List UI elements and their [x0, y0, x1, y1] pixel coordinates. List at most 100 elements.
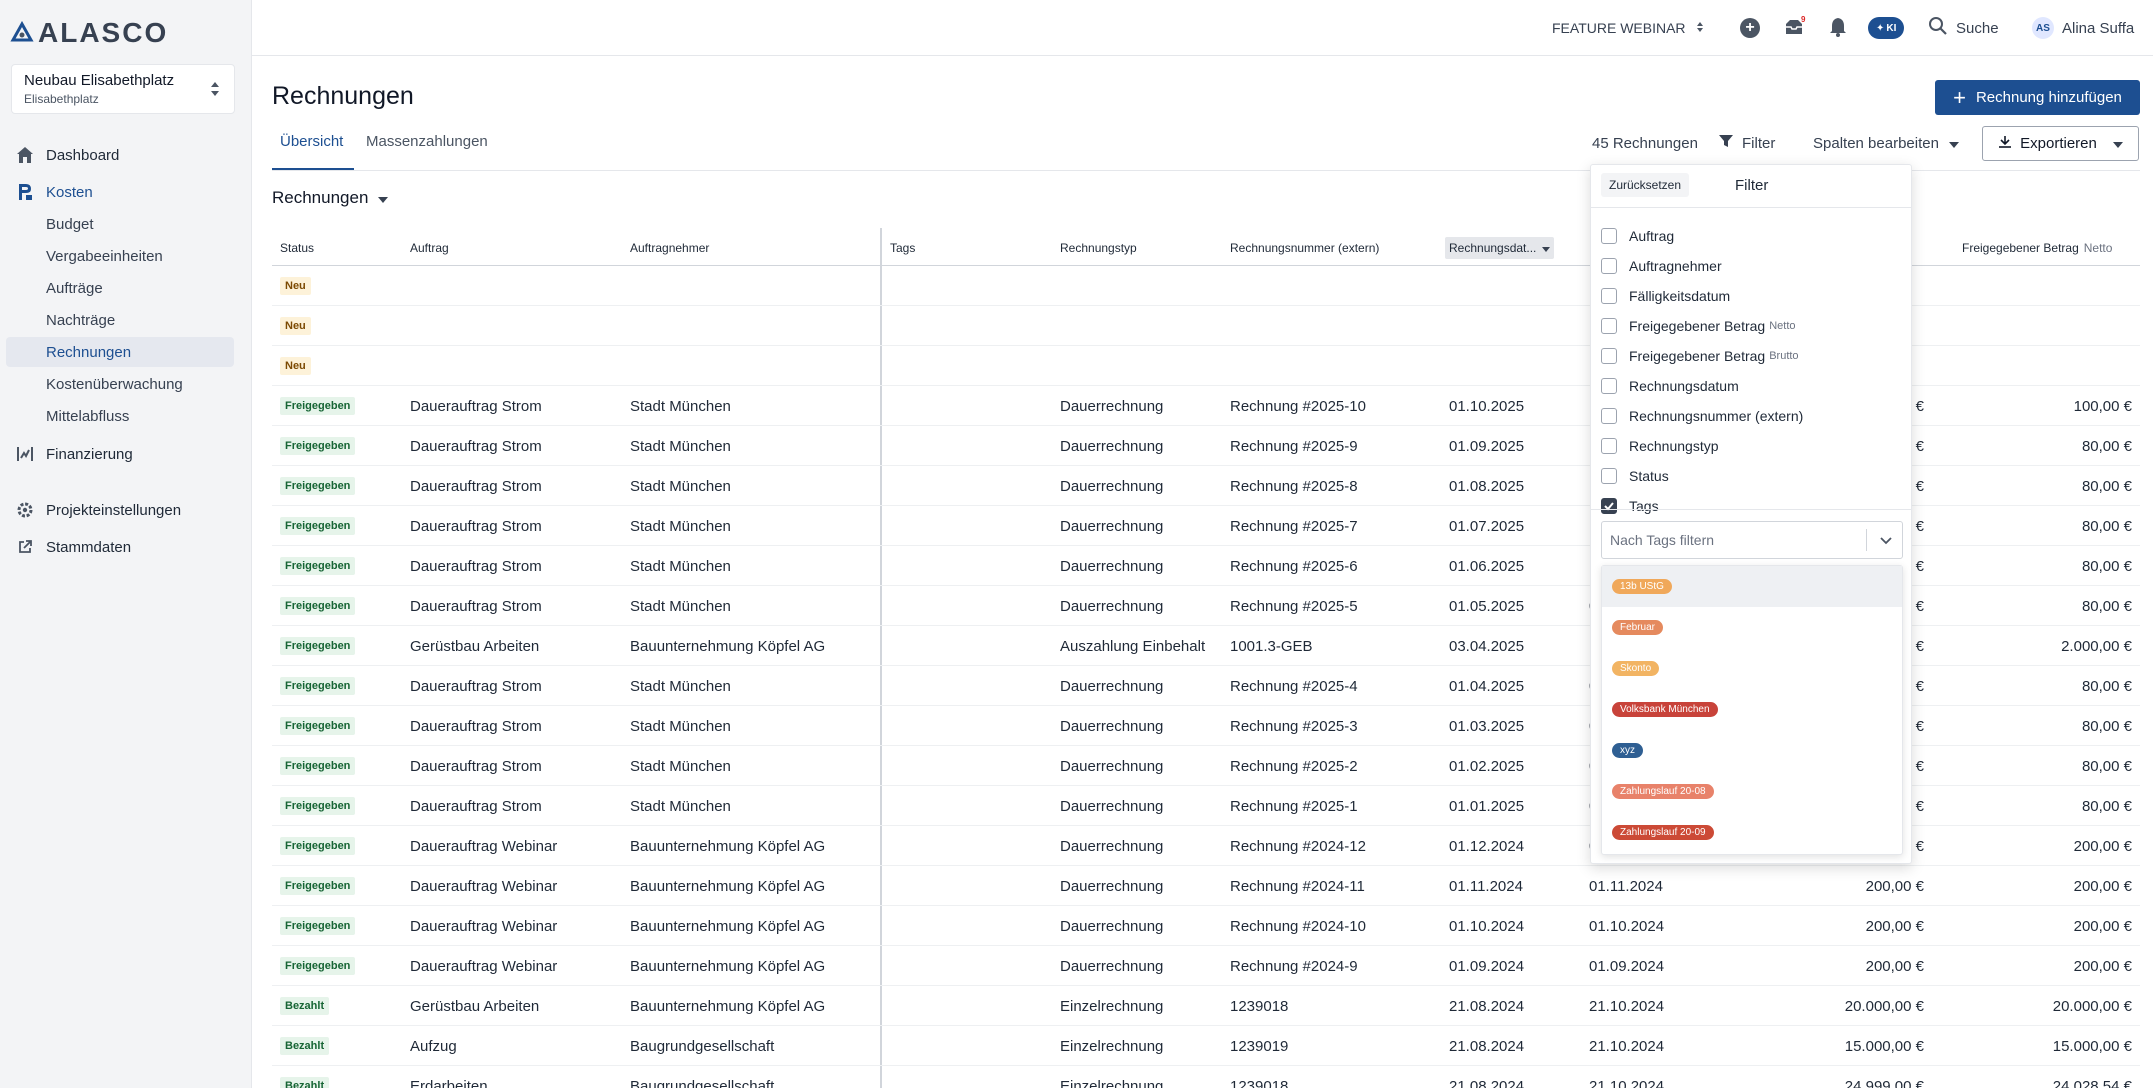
table-row[interactable]: Bezahlt Erdarbeiten Baugrundgesellschaft Ei… — [272, 1066, 2140, 1088]
logo-text: ALASCO — [38, 17, 169, 48]
reset-filter-button[interactable]: Zurücksetzen — [1601, 173, 1690, 197]
cell-status: Freigegeben — [280, 426, 356, 466]
column-header-rechnungsnummer[interactable]: Rechnungsnummer (extern) — [1230, 230, 1379, 266]
invoices-view-selector[interactable]: Rechnungen — [272, 188, 389, 208]
checkbox[interactable] — [1601, 438, 1617, 454]
tag-option[interactable]: Skonto — [1602, 648, 1902, 689]
funnel-icon — [1718, 133, 1734, 153]
checkbox[interactable] — [1601, 348, 1617, 364]
checkbox[interactable] — [1601, 288, 1617, 304]
cell-rechnungstyp: Dauerrechnung — [1060, 957, 1164, 975]
status-badge: Freigegeben — [280, 437, 356, 455]
cell-auftrag: Dauerauftrag Webinar — [410, 917, 558, 935]
cell-betrag-brutto: 200,00 € — [1865, 917, 1924, 935]
cell-rechnungstyp: Dauerrechnung — [1060, 677, 1164, 695]
notifications-button[interactable] — [1829, 0, 1847, 56]
cell-auftrag: Dauerauftrag Strom — [410, 597, 542, 615]
filter-option[interactable]: Auftragnehmer — [1601, 254, 1722, 278]
edit-columns-label: Spalten bearbeiten — [1813, 134, 1939, 152]
table-row[interactable]: Bezahlt Gerüstbau Arbeiten Bauunternehmung… — [272, 986, 2140, 1026]
filter-option-label: Status — [1629, 468, 1669, 484]
column-header-rechnungsdatum[interactable]: Rechnungsdat... — [1445, 237, 1555, 259]
tag-option[interactable]: Zahlungslauf 20-09 — [1602, 812, 1902, 853]
column-header-label: Freigegebener Betrag — [1962, 241, 2079, 255]
table-row[interactable]: Bezahlt Aufzug Baugrundgesellschaft Einzelr… — [272, 1026, 2140, 1066]
cell-rechnungsdatum: 01.05.2025 — [1449, 597, 1525, 615]
cell-betrag-netto: 100,00 € — [2073, 397, 2132, 415]
inbox-button[interactable]: 9 — [1784, 0, 1805, 56]
column-header-tags[interactable]: Tags — [890, 230, 915, 266]
cell-rechnungstyp: Einzelrechnung — [1060, 1037, 1164, 1055]
edit-columns-button[interactable]: Spalten bearbeiten — [1813, 128, 1959, 158]
cell-rechnungstyp: Dauerrechnung — [1060, 557, 1164, 575]
filter-option[interactable]: Rechnungsnummer (extern) — [1601, 404, 1803, 428]
table-row[interactable]: Freigegeben Dauerauftrag Webinar Bauuntern… — [272, 906, 2140, 946]
sidebar-subitem-rechnungen[interactable]: Rechnungen — [6, 337, 234, 367]
checkbox[interactable] — [1601, 228, 1617, 244]
sidebar-item-dashboard[interactable]: Dashboard — [0, 140, 252, 170]
column-header-betrag[interactable]: Freigegebener Betrag Netto — [1962, 230, 2112, 266]
sidebar-subitem-nachtraege[interactable]: Nachträge — [6, 305, 234, 335]
sidebar-subitem-mittelabfluss[interactable]: Mittelabfluss — [6, 401, 234, 431]
tag-filter-select[interactable] — [1601, 521, 1903, 559]
add-invoice-button[interactable]: + Rechnung hinzufügen — [1935, 80, 2140, 115]
column-header-auftrag[interactable]: Auftrag — [410, 230, 449, 266]
cell-rechnungsdatum: 01.01.2025 — [1449, 797, 1525, 815]
workspace-switcher[interactable]: FEATURE WEBINAR — [1552, 0, 1704, 56]
sidebar-subitem-auftraege[interactable]: Aufträge — [6, 273, 234, 303]
cell-rechnungsnummer: Rechnung #2025-5 — [1230, 597, 1358, 615]
tab-massenzahlungen[interactable]: Massenzahlungen — [358, 128, 498, 170]
export-button[interactable]: Exportieren — [1982, 126, 2139, 161]
project-selector[interactable]: Neubau Elisabethplatz Elisabethplatz — [11, 64, 235, 114]
sidebar-item-stammdaten[interactable]: Stammdaten — [0, 532, 252, 562]
filter-option[interactable]: Rechnungstyp — [1601, 434, 1719, 458]
checkbox-checked[interactable] — [1601, 498, 1617, 514]
sidebar-subitem-budget[interactable]: Budget — [6, 209, 234, 239]
filter-option[interactable]: Freigegebener Betrag Brutto — [1601, 344, 1799, 368]
alasco-logo[interactable]: ALASCO — [10, 17, 169, 48]
tag-option[interactable]: Volksbank München — [1602, 689, 1902, 730]
checkbox[interactable] — [1601, 318, 1617, 334]
tab-uebersicht[interactable]: Übersicht — [272, 128, 354, 170]
checkbox[interactable] — [1601, 468, 1617, 484]
filter-option[interactable]: Auftrag — [1601, 224, 1674, 248]
filter-option-sublabel: Netto — [1769, 320, 1796, 332]
sidebar-item-finanzierung[interactable]: Finanzierung — [0, 439, 252, 469]
column-header-auftragnehmer[interactable]: Auftragnehmer — [630, 230, 709, 266]
chevron-down-icon[interactable] — [1878, 532, 1894, 548]
column-header-rechnungstyp[interactable]: Rechnungstyp — [1060, 230, 1137, 266]
checkbox[interactable] — [1601, 378, 1617, 394]
add-button[interactable]: + — [1740, 0, 1760, 56]
filter-option[interactable]: Freigegebener Betrag Netto — [1601, 314, 1796, 338]
cell-status: Bezahlt — [280, 1026, 330, 1066]
filter-option[interactable]: Rechnungsdatum — [1601, 374, 1739, 398]
sidebar-item-projekteinstellungen[interactable]: Projekteinstellungen — [0, 495, 252, 525]
table-row[interactable]: Freigegeben Dauerauftrag Webinar Bauuntern… — [272, 866, 2140, 906]
filter-button[interactable]: Filter — [1718, 128, 1775, 158]
sidebar-subitem-vergabeeinheiten[interactable]: Vergabeeinheiten — [6, 241, 234, 271]
tag-option[interactable]: Februar — [1602, 607, 1902, 648]
tag-option[interactable]: xyz — [1602, 730, 1902, 771]
search-icon — [1928, 16, 1948, 40]
cell-betrag-brutto: 200,00 € — [1865, 957, 1924, 975]
filter-option-label: Auftragnehmer — [1629, 258, 1722, 274]
search-button[interactable]: Suche — [1928, 0, 1999, 56]
checkbox[interactable] — [1601, 408, 1617, 424]
filter-option[interactable]: Status — [1601, 464, 1669, 488]
tag-filter-input[interactable] — [1610, 530, 1860, 550]
filter-option-label: Freigegebener Betrag — [1629, 318, 1766, 334]
tag-option[interactable]: Zahlungslauf 20-08 — [1602, 771, 1902, 812]
cell-betrag-netto — [1972, 346, 2132, 386]
filter-option[interactable]: Tags — [1601, 494, 1659, 518]
cell-status: Neu — [280, 266, 311, 306]
sidebar-item-kosten[interactable]: Kosten — [0, 177, 252, 207]
checkbox[interactable] — [1601, 258, 1617, 274]
filter-option[interactable]: Fälligkeitsdatum — [1601, 284, 1730, 308]
user-menu[interactable]: AS Alina Suffa — [2032, 0, 2134, 56]
column-header-status[interactable]: Status — [280, 230, 314, 266]
filter-option-label: Fälligkeitsdatum — [1629, 288, 1731, 304]
sidebar-subitem-kostenueberwachung[interactable]: Kostenüberwachung — [6, 369, 234, 399]
ki-assistant-button[interactable]: ✦ KI — [1868, 0, 1905, 56]
tag-option[interactable]: 13b UStG — [1602, 566, 1902, 607]
table-row[interactable]: Freigegeben Dauerauftrag Webinar Bauuntern… — [272, 946, 2140, 986]
